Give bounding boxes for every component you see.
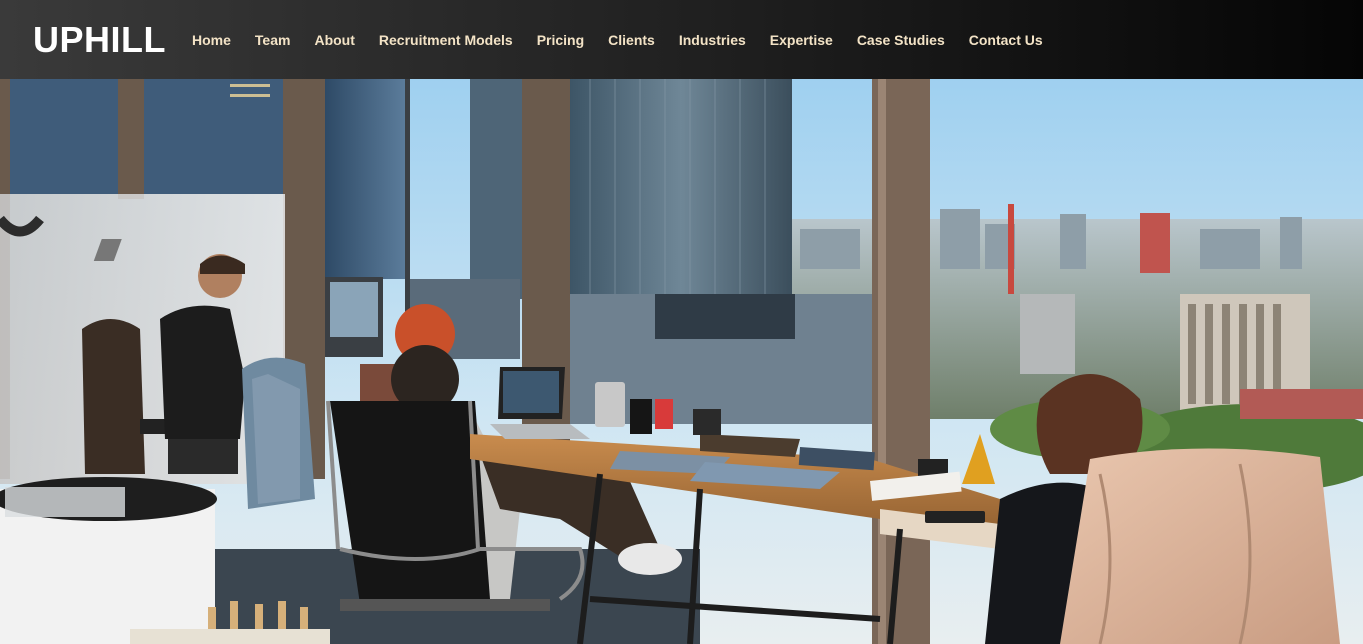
main-nav: Home Team About Recruitment Models Prici… <box>180 32 1055 48</box>
nav-about-link[interactable]: About <box>302 32 366 48</box>
nav-expertise-link[interactable]: Expertise <box>758 32 845 48</box>
nav-home-link[interactable]: Home <box>180 32 243 48</box>
nav-team-link[interactable]: Team <box>243 32 303 48</box>
nav-pricing-link[interactable]: Pricing <box>525 32 596 48</box>
brand-logo[interactable]: UPHILL <box>33 19 166 61</box>
nav-contact-us-link[interactable]: Contact Us <box>957 32 1055 48</box>
nav-industries-link[interactable]: Industries <box>667 32 758 48</box>
hero-office-photo <box>0 79 1363 644</box>
nav-clients-link[interactable]: Clients <box>596 32 667 48</box>
nav-case-studies-link[interactable]: Case Studies <box>845 32 957 48</box>
top-navigation-bar: UPHILL Home Team About Recruitment Model… <box>0 0 1363 79</box>
office-scene-illustration <box>0 79 1363 644</box>
nav-recruitment-models-link[interactable]: Recruitment Models <box>367 32 525 48</box>
